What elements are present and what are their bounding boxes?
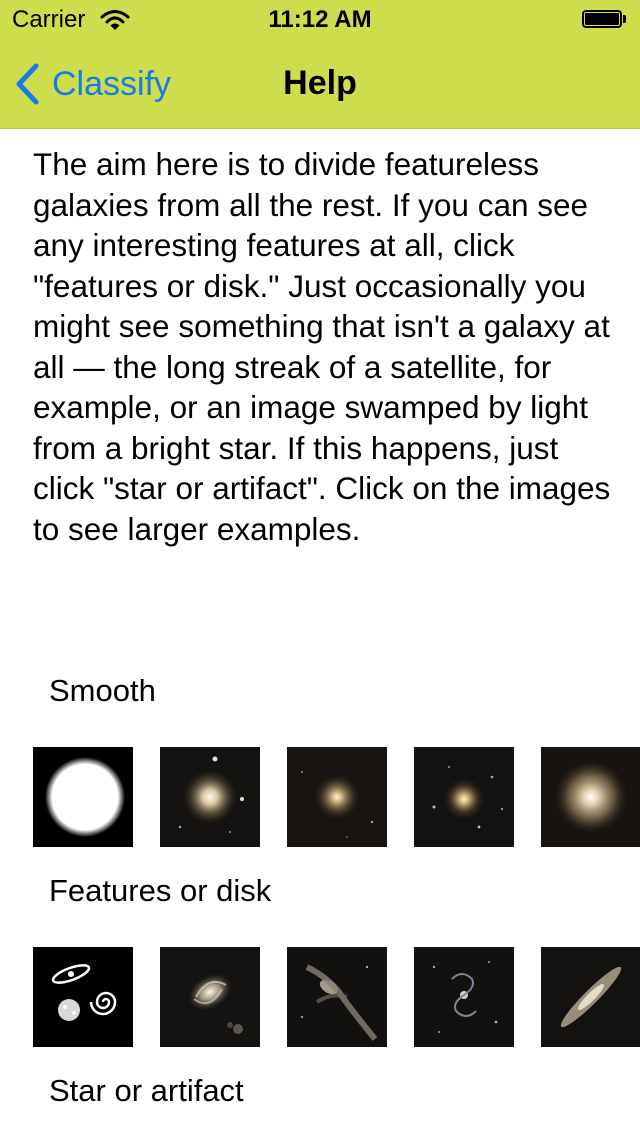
smooth-example-4[interactable] (541, 747, 640, 847)
status-bar: Carrier 11:12 AM (0, 0, 640, 40)
smooth-example-1[interactable] (160, 747, 260, 847)
page-title: Help (283, 64, 357, 102)
clock: 11:12 AM (268, 6, 372, 33)
battery-icon (582, 10, 626, 28)
help-intro-text: The aim here is to divide featureless ga… (33, 146, 611, 547)
smooth-example-3[interactable] (414, 747, 514, 847)
features-example-2[interactable] (287, 947, 387, 1047)
navigation-bar: Carrier 11:12 AM Classify Help (0, 0, 640, 129)
features-example-4[interactable] (541, 947, 640, 1047)
features-example-3[interactable] (414, 947, 514, 1047)
section-label-features-or-disk: Features or disk (49, 873, 272, 908)
features-icon[interactable] (33, 947, 133, 1047)
thumbnail-row-features-or-disk (33, 947, 640, 1047)
smooth-example-2[interactable] (287, 747, 387, 847)
features-example-1[interactable] (160, 947, 260, 1047)
section-label-smooth: Smooth (49, 673, 156, 708)
smooth-icon[interactable] (33, 747, 133, 847)
section-label-star-or-artifact: Star or artifact (49, 1073, 244, 1108)
thumbnail-row-smooth (33, 747, 640, 847)
